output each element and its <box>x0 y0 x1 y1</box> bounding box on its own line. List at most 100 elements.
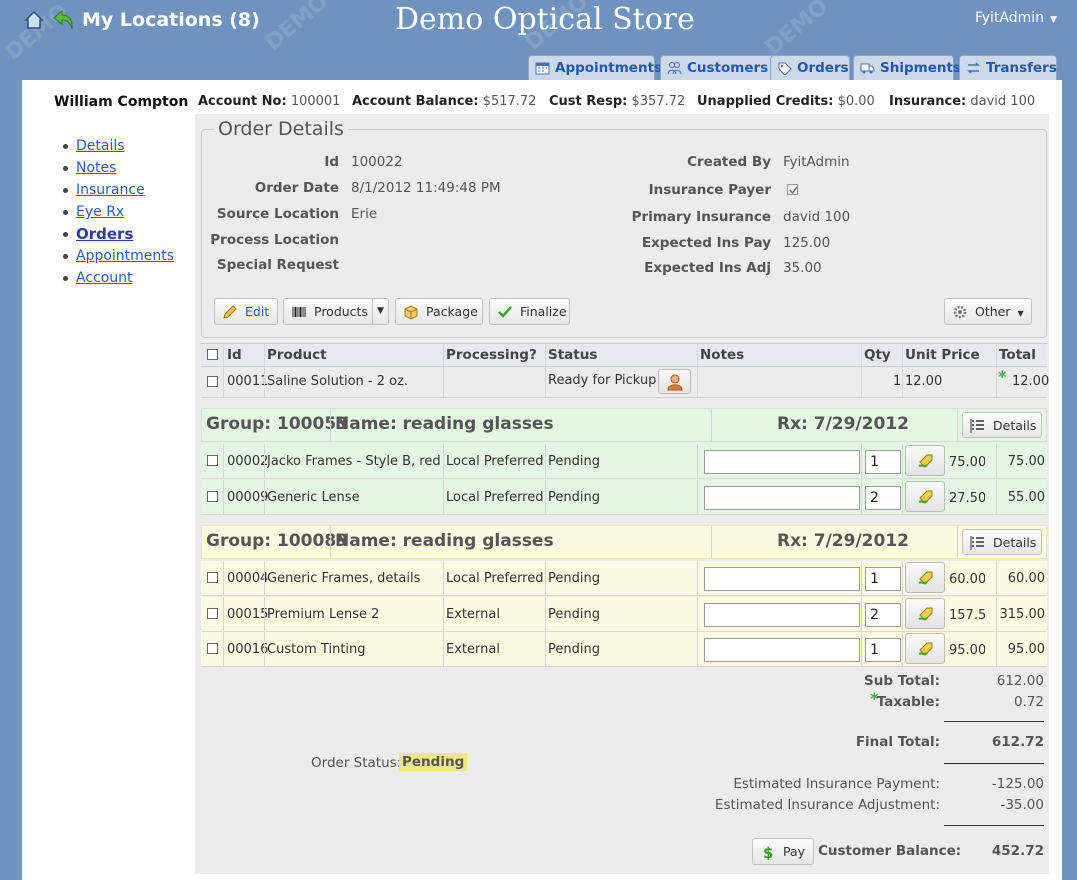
group-rx: Rx: 7/29/2012 <box>777 414 909 434</box>
item-id: 00009 <box>227 490 269 505</box>
customer-nav: Details Notes Insurance Eye Rx Orders Ap… <box>62 136 174 290</box>
user-name: FyitAdmin <box>975 10 1045 26</box>
qty-input[interactable]: 1 <box>865 450 901 474</box>
notes-input[interactable] <box>704 450 860 474</box>
item-id: 00002 <box>227 454 269 469</box>
insurance-payer-checkbox[interactable] <box>787 184 798 195</box>
col-unit-price: Unit Price <box>905 347 980 363</box>
qty-input[interactable]: 2 <box>865 486 901 510</box>
row-checkbox[interactable] <box>207 491 218 502</box>
notes-input[interactable] <box>704 567 860 591</box>
total-divider <box>944 763 1044 764</box>
total-divider <box>944 721 1044 722</box>
item-status: Pending <box>548 454 600 469</box>
customer-balance-value: 452.72 <box>991 843 1044 859</box>
col-notes: Notes <box>700 347 745 363</box>
price-tag-icon <box>918 454 933 468</box>
tab-appointments[interactable]: Appointments <box>528 55 662 80</box>
user-menu[interactable]: FyitAdmin ▼ <box>975 10 1057 26</box>
item-product: Generic Lense <box>267 490 360 505</box>
item-total: 315.00 <box>999 607 1046 622</box>
label-expected-ins-adj: Expected Ins Adj <box>644 260 771 276</box>
pencil-icon <box>223 305 237 319</box>
pay-button[interactable]: $ Pay <box>752 838 814 865</box>
item-product: Jacko Frames - Style B, red <box>267 454 441 469</box>
final-total-label: Final Total: <box>855 734 940 750</box>
nav-item-insurance: Insurance <box>62 180 174 202</box>
barcode-icon <box>292 307 306 317</box>
item-unit-price: 95.00 <box>949 643 985 658</box>
tab-shipments[interactable]: Shipments <box>853 55 961 80</box>
taxable-label: Taxable: <box>876 694 940 710</box>
other-button[interactable]: Other ▼ <box>944 298 1032 325</box>
subtotal-value: 612.00 <box>996 673 1044 689</box>
row-checkbox[interactable] <box>207 455 218 466</box>
price-edit-button[interactable] <box>905 481 945 512</box>
account-balance: Account Balance: $517.72 <box>352 94 537 109</box>
item-total: 60.00 <box>1007 571 1045 586</box>
price-edit-button[interactable] <box>905 598 945 629</box>
qty-input[interactable]: 1 <box>865 638 901 662</box>
insurance-summary: Insurance: david 100 <box>889 94 1036 109</box>
products-dropdown-button[interactable]: ▼ <box>372 298 389 325</box>
value-created-by: FyitAdmin <box>783 154 850 170</box>
item-total: 95.00 <box>1007 642 1045 657</box>
item-processing: External <box>446 607 500 622</box>
item-id: 00004 <box>227 571 269 586</box>
tag-icon <box>778 62 792 75</box>
price-edit-button[interactable] <box>905 633 945 664</box>
notes-input[interactable] <box>704 603 860 627</box>
nav-item-eye-rx: Eye Rx <box>62 202 174 224</box>
finalize-button[interactable]: Finalize <box>489 298 570 325</box>
pickup-person-button[interactable] <box>658 369 691 394</box>
row-checkbox[interactable] <box>207 376 218 387</box>
col-product: Product <box>267 347 327 363</box>
item-processing: Local Preferred <box>446 490 544 505</box>
group-name: Name: reading glasses <box>335 531 554 551</box>
tab-transfers[interactable]: Transfers <box>959 55 1057 80</box>
group-details-button[interactable]: Details <box>962 529 1042 555</box>
order-details-legend: Order Details <box>218 118 344 140</box>
qty-input[interactable]: 2 <box>865 603 901 627</box>
group-details-button[interactable]: Details <box>962 412 1042 438</box>
price-tag-icon <box>918 607 933 621</box>
final-total-value: 612.72 <box>991 734 1044 750</box>
truck-icon <box>860 63 875 74</box>
item-status: Pending <box>548 571 600 586</box>
person-icon <box>667 374 683 391</box>
back-arrow-icon[interactable] <box>52 8 76 32</box>
customer-name: William Compton <box>54 94 189 110</box>
item-id: 00015 <box>227 607 269 622</box>
col-status: Status <box>548 347 598 363</box>
item-status: Pending <box>548 490 600 505</box>
cust-resp: Cust Resp: $357.72 <box>549 94 686 109</box>
package-button[interactable]: Package <box>395 298 483 325</box>
col-processing: Processing? <box>446 347 537 363</box>
notes-input[interactable] <box>704 486 860 510</box>
label-expected-ins-pay: Expected Ins Pay <box>641 235 771 251</box>
edit-button[interactable]: Edit <box>214 298 278 325</box>
col-total: Total <box>999 347 1036 363</box>
row-checkbox[interactable] <box>207 643 218 654</box>
tab-orders[interactable]: Orders <box>770 55 850 80</box>
select-all-checkbox[interactable] <box>207 349 218 360</box>
price-tag-icon <box>918 490 933 504</box>
group-id: Group: 100053 <box>206 414 348 434</box>
price-edit-button[interactable] <box>905 445 945 476</box>
my-locations-link[interactable]: My Locations (8) <box>82 9 260 31</box>
products-button[interactable]: Products <box>283 298 373 325</box>
price-edit-button[interactable] <box>905 562 945 593</box>
table-row: 00004 Generic Frames, details Local Prefer… <box>201 561 1047 596</box>
row-checkbox[interactable] <box>207 572 218 583</box>
chevron-down-icon: ▼ <box>1050 15 1057 25</box>
package-icon <box>404 305 418 320</box>
notes-input[interactable] <box>704 638 860 662</box>
calendar-icon <box>535 62 550 75</box>
item-processing: Local Preferred <box>446 571 544 586</box>
home-icon[interactable] <box>24 10 44 30</box>
qty-input[interactable]: 1 <box>865 567 901 591</box>
nav-item-account: Account <box>62 268 174 290</box>
row-checkbox[interactable] <box>207 608 218 619</box>
table-row: 00009 Generic Lense Local Preferred Pending… <box>201 480 1047 515</box>
item-total: 75.00 <box>1007 454 1045 469</box>
